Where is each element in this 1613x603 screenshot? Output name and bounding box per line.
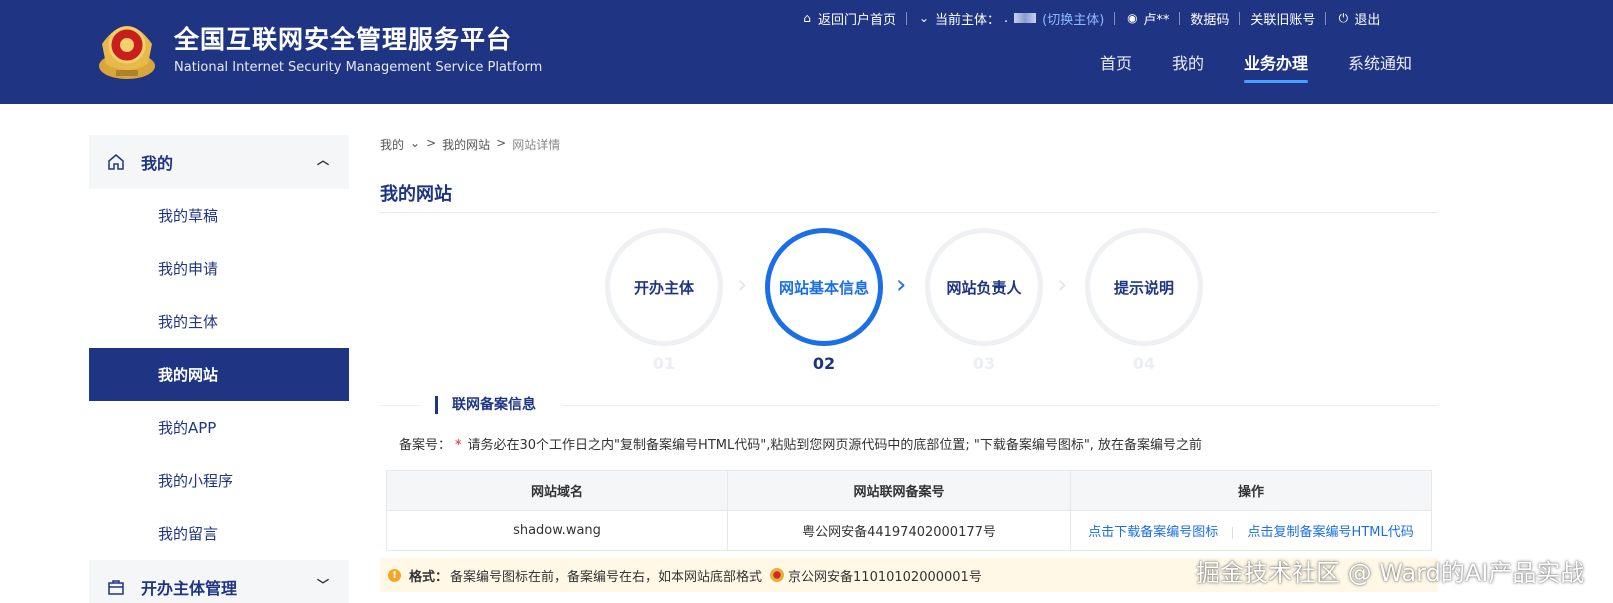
- cell-record-no: 粤公网安备44197402000177号: [727, 510, 1071, 551]
- police-emblem-logo: [99, 26, 155, 79]
- step-4-circle[interactable]: 提示说明: [1085, 228, 1203, 346]
- sidebar-item-applications[interactable]: 我的申请: [89, 242, 349, 295]
- masked-subject-name: [1014, 13, 1037, 23]
- user-icon: ◉: [1127, 11, 1138, 25]
- current-subject-label: 当前主体：: [935, 12, 1001, 28]
- divider: [380, 212, 1438, 213]
- step-3-circle[interactable]: 网站负责人: [925, 228, 1043, 346]
- format-example: 京公网安备11010102000001号: [788, 569, 982, 585]
- breadcrumb-separator: >: [496, 136, 507, 150]
- chevron-down-icon: ⌄: [410, 136, 421, 150]
- user-name: 卢**: [1143, 12, 1170, 28]
- copy-record-html-link[interactable]: 点击复制备案编号HTML代码: [1248, 525, 1414, 540]
- format-label: 格式：: [409, 569, 449, 585]
- nav-home[interactable]: 首页: [1100, 50, 1132, 74]
- breadcrumb-my-websites[interactable]: 我的网站: [442, 136, 490, 153]
- breadcrumb-mine[interactable]: 我的: [380, 136, 404, 153]
- breadcrumb: 我的 ⌄ > 我的网站 > 网站详情: [380, 136, 560, 153]
- cell-actions: 点击下载备案编号图标 点击复制备案编号HTML代码: [1070, 510, 1432, 551]
- sidebar: 我的 ︿ 我的草稿 我的申请 我的主体 我的网站 我的APP 我的小程序 我的留…: [89, 135, 349, 603]
- breadcrumb-separator: >: [426, 136, 437, 150]
- portal-home-link[interactable]: ⌂ 返回门户首页: [800, 9, 896, 28]
- logout-button[interactable]: ⏻ 退出: [1336, 9, 1381, 28]
- step-2-label: 网站基本信息: [778, 278, 869, 297]
- data-code-link[interactable]: 数据码: [1190, 9, 1229, 28]
- step-4-label: 提示说明: [1113, 278, 1174, 297]
- chevron-right-icon: ›: [1057, 270, 1068, 300]
- home-icon: ⌂: [803, 11, 811, 25]
- current-subject-value: .: [1004, 10, 1009, 26]
- briefcase-icon: [105, 576, 127, 598]
- download-record-icon-link[interactable]: 点击下载备案编号图标: [1088, 525, 1218, 540]
- cell-domain: shadow.wang: [386, 510, 728, 551]
- data-code-label: 数据码: [1190, 12, 1230, 28]
- col-header-record-no: 网站联网备案号: [727, 470, 1071, 511]
- step-1-number: 01: [652, 354, 676, 373]
- step-3-number: 03: [972, 354, 996, 373]
- sidebar-group-subject-mgmt[interactable]: 开办主体管理 ﹀: [89, 560, 349, 603]
- sidebar-group-label: 开办主体管理: [141, 579, 238, 598]
- page-title: 我的网站: [380, 184, 452, 205]
- site-subtitle: National Internet Security Management Se…: [174, 60, 543, 75]
- divider: [1232, 526, 1234, 539]
- linked-old-account-link[interactable]: 关联旧账号: [1250, 9, 1315, 28]
- step-3-label: 网站负责人: [946, 278, 1022, 297]
- watermark: 掘金技术社区 @ Ward的AI产品实战: [1196, 559, 1585, 587]
- divider: [1179, 11, 1181, 25]
- format-text: 备案编号图标在前，备案编号在右，如本网站底部格式: [450, 569, 763, 585]
- record-table: 网站域名 网站联网备案号 操作 shadow.wang 粤公网安备4419740…: [386, 470, 1432, 551]
- linked-old-account-label: 关联旧账号: [1250, 12, 1316, 28]
- portal-home-label: 返回门户首页: [818, 12, 897, 28]
- user-menu[interactable]: ◉ 卢**: [1125, 9, 1169, 28]
- divider: [1114, 11, 1116, 25]
- home-icon: [105, 151, 127, 173]
- step-4-number: 04: [1132, 354, 1156, 373]
- sidebar-item-drafts[interactable]: 我的草稿: [89, 189, 349, 242]
- chevron-right-icon: ›: [737, 270, 748, 300]
- switch-subject-link[interactable]: (切换主体): [1042, 9, 1104, 28]
- warning-icon: !: [388, 568, 401, 582]
- divider: [562, 405, 1438, 406]
- divider: [1239, 11, 1241, 25]
- site-title: 全国互联网安全管理服务平台: [174, 25, 513, 54]
- sidebar-item-apps[interactable]: 我的APP: [89, 401, 349, 454]
- step-2-circle[interactable]: 网站基本信息: [765, 228, 883, 346]
- chevron-right-icon: ›: [896, 270, 907, 300]
- police-badge-icon: [770, 568, 785, 582]
- current-subject[interactable]: ⌄ 当前主体： . (切换主体): [917, 9, 1104, 28]
- divider: [1325, 11, 1327, 25]
- logout-label: 退出: [1354, 12, 1381, 28]
- divider: [380, 405, 420, 406]
- main-nav: 首页 我的 业务办理 系统通知: [1100, 50, 1452, 83]
- divider: [906, 11, 908, 25]
- table-header-row: 网站域名 网站联网备案号 操作: [386, 470, 1432, 511]
- chevron-up-icon: ︿: [316, 153, 329, 167]
- step-1-label: 开办主体: [633, 278, 694, 297]
- col-header-domain: 网站域名: [386, 470, 728, 511]
- step-2-number: 02: [812, 354, 836, 373]
- header: 全国互联网安全管理服务平台 National Internet Security…: [0, 0, 1613, 104]
- sidebar-group-mine[interactable]: 我的 ︿: [89, 135, 349, 189]
- topbar: ⌂ 返回门户首页 ⌄ 当前主体： . (切换主体) ◉ 卢** 数据码 关联旧账…: [800, 8, 1380, 28]
- col-header-actions: 操作: [1070, 470, 1432, 511]
- record-number-hint: 备案号： * 请务必在30个工作日之内"复制备案编号HTML代码",粘贴到您网页源代…: [399, 434, 1202, 453]
- breadcrumb-website-detail: 网站详情: [512, 138, 561, 152]
- chevron-down-icon: ﹀: [316, 578, 329, 592]
- table-row: shadow.wang 粤公网安备44197402000177号 点击下载备案编…: [386, 510, 1432, 551]
- sidebar-item-websites[interactable]: 我的网站: [89, 348, 349, 401]
- nav-mine[interactable]: 我的: [1172, 50, 1204, 74]
- sidebar-group-label: 我的: [141, 154, 174, 173]
- nav-notices[interactable]: 系统通知: [1348, 50, 1412, 74]
- section-title: 联网备案信息: [435, 396, 536, 414]
- step-1-circle[interactable]: 开办主体: [605, 228, 723, 346]
- sidebar-item-messages[interactable]: 我的留言: [89, 507, 349, 560]
- chevron-down-icon: ⌄: [918, 11, 930, 25]
- required-mark: *: [455, 438, 462, 453]
- nav-business[interactable]: 业务办理: [1244, 50, 1309, 83]
- record-hint-text: 请务必在30个工作日之内"复制备案编号HTML代码",粘贴到您网页源代码中的底部…: [467, 438, 1203, 453]
- sidebar-item-mini-programs[interactable]: 我的小程序: [89, 454, 349, 507]
- power-icon: ⏻: [1338, 10, 1349, 25]
- record-label: 备案号：: [399, 438, 452, 453]
- sidebar-item-subjects[interactable]: 我的主体: [89, 295, 349, 348]
